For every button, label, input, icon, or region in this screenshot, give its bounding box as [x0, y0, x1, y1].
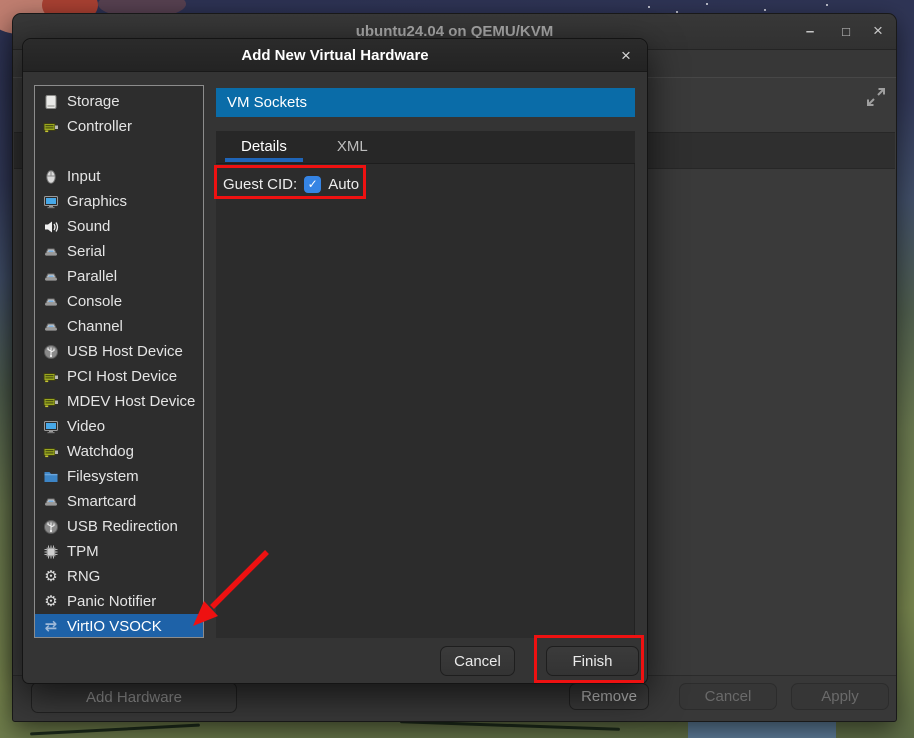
tab-bar: Details XML — [216, 131, 635, 164]
sidebar-item-label: Filesystem — [67, 468, 139, 485]
minimize-icon[interactable]: – — [796, 14, 824, 48]
parallel-port-icon — [43, 269, 59, 285]
sidebar-item-watchdog[interactable]: Watchdog — [35, 439, 203, 464]
sidebar-item-label: Sound — [67, 218, 110, 235]
sidebar-item-label: Serial — [67, 243, 105, 260]
sidebar-item-parallel[interactable]: Parallel — [35, 264, 203, 289]
sidebar-item-smartcard[interactable]: Smartcard — [35, 489, 203, 514]
remove-button[interactable]: Remove — [569, 683, 649, 710]
sidebar-item-label: TPM — [67, 543, 99, 560]
vm-cancel-button: Cancel — [679, 683, 777, 710]
tab-details[interactable]: Details — [216, 131, 312, 163]
sidebar-item-filesystem[interactable]: Filesystem — [35, 464, 203, 489]
sidebar-item-label: Video — [67, 418, 105, 435]
sidebar-item-virtio-vsock[interactable]: ⇄ VirtIO VSOCK — [35, 614, 203, 638]
sidebar-item-label: Console — [67, 293, 122, 310]
rng-gear-icon: ⚙ — [43, 569, 59, 585]
pci-card-icon — [43, 369, 59, 385]
sidebar-item-controller[interactable]: Controller — [35, 114, 203, 139]
graphics-icon — [43, 194, 59, 210]
sidebar-item-rng[interactable]: ⚙ RNG — [35, 564, 203, 589]
sidebar-item-usb-host-device[interactable]: USB Host Device — [35, 339, 203, 364]
sidebar-item-label: Smartcard — [67, 493, 136, 510]
hardware-type-list[interactable]: Storage Controller Input Graphics Sound Seria… — [34, 85, 204, 638]
add-hardware-button[interactable]: Add Hardware — [31, 682, 237, 713]
sidebar-item-video[interactable]: Video — [35, 414, 203, 439]
sidebar-item-panic-notifier[interactable]: ⚙ Panic Notifier — [35, 589, 203, 614]
sidebar-item-channel[interactable]: Channel — [35, 314, 203, 339]
sidebar-item-serial[interactable]: Serial — [35, 239, 203, 264]
annotation-box-guest-cid — [214, 165, 366, 199]
sidebar-item-label: VirtIO VSOCK — [67, 618, 162, 635]
folder-icon — [43, 469, 59, 485]
vm-apply-button: Apply — [791, 683, 889, 710]
input-mouse-icon — [43, 169, 59, 185]
sidebar-item-usb-redirection[interactable]: USB Redirection — [35, 514, 203, 539]
sound-icon — [43, 219, 59, 235]
panic-gear-icon: ⚙ — [43, 594, 59, 610]
sidebar-item-label: Storage — [67, 93, 120, 110]
dialog-close-icon[interactable]: × — [615, 45, 637, 67]
sidebar-item-console[interactable]: Console — [35, 289, 203, 314]
mdev-card-icon — [43, 394, 59, 410]
channel-icon — [43, 319, 59, 335]
add-hardware-dialog: Add New Virtual Hardware × Storage Contro… — [22, 38, 648, 684]
sidebar-item-label: Channel — [67, 318, 123, 335]
storage-icon — [43, 94, 59, 110]
smartcard-icon — [43, 494, 59, 510]
sidebar-item-label: USB Host Device — [67, 343, 183, 360]
usb-icon — [43, 344, 59, 360]
panel-header: VM Sockets — [216, 88, 635, 117]
sidebar-item-label: PCI Host Device — [67, 368, 177, 385]
sidebar-item-label: Parallel — [67, 268, 117, 285]
close-icon[interactable]: × — [864, 14, 892, 48]
annotation-box-finish — [534, 635, 644, 683]
sidebar-item-input[interactable]: Input — [35, 164, 203, 189]
fullscreen-expand-icon[interactable] — [865, 86, 887, 108]
list-spacer — [35, 139, 203, 164]
sidebar-item-label: Controller — [67, 118, 132, 135]
tab-xml[interactable]: XML — [312, 131, 393, 163]
sidebar-item-label: RNG — [67, 568, 100, 585]
usb-redirect-icon — [43, 519, 59, 535]
sidebar-item-graphics[interactable]: Graphics — [35, 189, 203, 214]
maximize-icon[interactable]: □ — [832, 14, 860, 48]
sidebar-item-sound[interactable]: Sound — [35, 214, 203, 239]
tpm-chip-icon — [43, 544, 59, 560]
sidebar-item-label: Watchdog — [67, 443, 134, 460]
sidebar-item-label: MDEV Host Device — [67, 393, 195, 410]
video-icon — [43, 419, 59, 435]
dialog-titlebar[interactable]: Add New Virtual Hardware × — [23, 39, 647, 72]
sidebar-item-tpm[interactable]: TPM — [35, 539, 203, 564]
console-icon — [43, 294, 59, 310]
dialog-title: Add New Virtual Hardware — [241, 47, 428, 64]
controller-icon — [43, 119, 59, 135]
sidebar-item-pci-host-device[interactable]: PCI Host Device — [35, 364, 203, 389]
sidebar-item-storage[interactable]: Storage — [35, 89, 203, 114]
sidebar-item-label: Graphics — [67, 193, 127, 210]
watchdog-icon — [43, 444, 59, 460]
annotation-arrow — [185, 542, 281, 634]
serial-port-icon — [43, 244, 59, 260]
vsock-arrows-icon: ⇄ — [43, 619, 59, 635]
sidebar-item-label: USB Redirection — [67, 518, 178, 535]
cancel-button[interactable]: Cancel — [440, 646, 515, 676]
sidebar-item-label: Input — [67, 168, 100, 185]
screen: ubuntu24.04 on QEMU/KVM – □ × Add Hardwa… — [0, 0, 914, 738]
sidebar-item-label: Panic Notifier — [67, 593, 156, 610]
sidebar-item-mdev-host-device[interactable]: MDEV Host Device — [35, 389, 203, 414]
